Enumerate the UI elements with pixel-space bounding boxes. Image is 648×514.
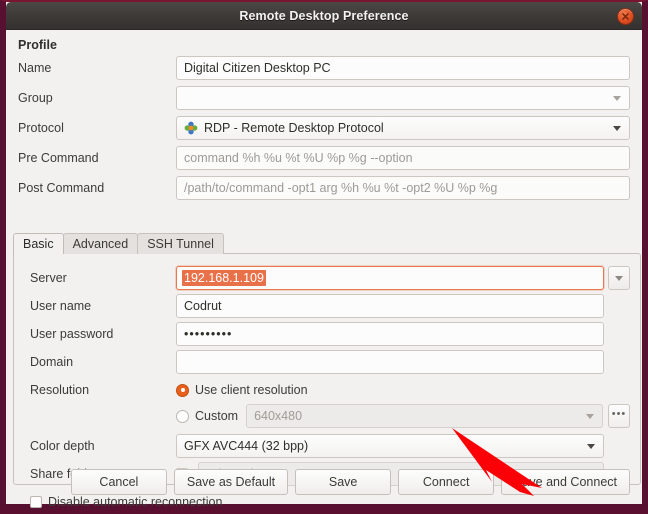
post-command-input[interactable]: /path/to/command -opt1 arg %h %u %t -opt… bbox=[176, 176, 630, 200]
field-row-password: User password ••••••••• bbox=[30, 322, 630, 346]
use-client-resolution-label: Use client resolution bbox=[195, 383, 308, 397]
tab-advanced-label: Advanced bbox=[72, 237, 129, 251]
tab-panel-basic: Server 192.168.1.109 User name Codrut Us… bbox=[13, 253, 641, 509]
field-row-protocol: Protocol RDP - Remote Desktop Protocol bbox=[18, 116, 630, 140]
field-row-post-command: Post Command /path/to/command -opt1 arg … bbox=[18, 176, 630, 200]
server-label: Server bbox=[30, 271, 67, 285]
group-label: Group bbox=[18, 91, 53, 105]
server-input[interactable]: 192.168.1.109 bbox=[176, 266, 604, 290]
connect-button[interactable]: Connect bbox=[398, 469, 495, 495]
dialog-content: Profile Name Digital Citizen Desktop PC … bbox=[6, 30, 642, 509]
post-command-label: Post Command bbox=[18, 181, 105, 195]
field-row-username: User name Codrut bbox=[30, 294, 630, 318]
close-icon[interactable] bbox=[617, 8, 634, 25]
field-row-name: Name Digital Citizen Desktop PC bbox=[18, 56, 630, 80]
resolution-browse-button[interactable]: ••• bbox=[608, 404, 630, 428]
custom-resolution-label: Custom bbox=[195, 409, 239, 423]
cancel-button[interactable]: Cancel bbox=[70, 469, 167, 495]
tab-basic-label: Basic bbox=[23, 237, 54, 251]
field-row-pre-command: Pre Command command %h %u %t %U %p %g --… bbox=[18, 146, 630, 170]
group-combo[interactable] bbox=[176, 86, 630, 110]
color-depth-label: Color depth bbox=[30, 439, 95, 453]
field-row-domain: Domain bbox=[30, 350, 630, 374]
name-input[interactable]: Digital Citizen Desktop PC bbox=[176, 56, 630, 80]
color-depth-combo[interactable]: GFX AVC444 (32 bpp) bbox=[176, 434, 604, 458]
profile-section-title: Profile bbox=[18, 38, 57, 52]
domain-label: Domain bbox=[30, 355, 74, 369]
radio-custom-resolution[interactable] bbox=[176, 409, 189, 423]
tab-advanced[interactable]: Advanced bbox=[62, 233, 139, 254]
save-button[interactable]: Save bbox=[295, 469, 392, 495]
resolution-label: Resolution bbox=[30, 383, 90, 397]
save-as-default-button[interactable]: Save as Default bbox=[173, 469, 289, 495]
tab-ssh-tunnel-label: SSH Tunnel bbox=[147, 237, 214, 251]
name-label: Name bbox=[18, 61, 52, 75]
field-row-resolution-custom: Custom 640x480 ••• bbox=[30, 404, 630, 428]
disable-reconnect-label: Disable automatic reconnection bbox=[48, 495, 223, 509]
save-and-connect-button[interactable]: Save and Connect bbox=[501, 469, 630, 495]
chevron-down-icon bbox=[615, 276, 623, 281]
field-row-group: Group bbox=[18, 86, 630, 110]
settings-notebook: Basic Advanced SSH Tunnel Server 192.168… bbox=[13, 233, 641, 509]
server-dropdown-button[interactable] bbox=[608, 266, 630, 290]
pre-command-input[interactable]: command %h %u %t %U %p %g --option bbox=[176, 146, 630, 170]
tab-basic[interactable]: Basic bbox=[13, 233, 64, 254]
field-row-color-depth: Color depth GFX AVC444 (32 bpp) bbox=[30, 434, 630, 458]
server-input-value: 192.168.1.109 bbox=[182, 270, 266, 286]
chevron-down-icon bbox=[586, 414, 594, 419]
field-row-resolution: Resolution Use client resolution bbox=[30, 378, 630, 402]
tab-strip: Basic Advanced SSH Tunnel bbox=[13, 233, 224, 254]
disable-reconnect-checkbox[interactable] bbox=[30, 496, 42, 508]
custom-resolution-value: 640x480 bbox=[254, 409, 303, 423]
chevron-down-icon bbox=[587, 444, 595, 449]
window-titlebar[interactable]: Remote Desktop Preference bbox=[6, 2, 642, 30]
username-label: User name bbox=[30, 299, 92, 313]
color-depth-value: GFX AVC444 (32 bpp) bbox=[184, 439, 309, 453]
pre-command-label: Pre Command bbox=[18, 151, 99, 165]
remote-desktop-preference-window: Remote Desktop Preference Profile Name D… bbox=[0, 0, 648, 510]
password-label: User password bbox=[30, 327, 114, 341]
custom-resolution-combo[interactable]: 640x480 bbox=[246, 404, 603, 428]
username-input[interactable]: Codrut bbox=[176, 294, 604, 318]
protocol-combo-value: RDP - Remote Desktop Protocol bbox=[204, 121, 384, 135]
protocol-combo[interactable]: RDP - Remote Desktop Protocol bbox=[176, 116, 630, 140]
dialog-button-bar: Cancel Save as Default Save Connect Save… bbox=[6, 469, 632, 495]
tab-ssh-tunnel[interactable]: SSH Tunnel bbox=[137, 233, 224, 254]
chevron-down-icon bbox=[613, 126, 621, 131]
window-title: Remote Desktop Preference bbox=[239, 8, 409, 23]
password-input[interactable]: ••••••••• bbox=[176, 322, 604, 346]
rdp-protocol-icon bbox=[184, 121, 198, 135]
protocol-label: Protocol bbox=[18, 121, 64, 135]
radio-use-client-resolution[interactable] bbox=[176, 383, 189, 397]
domain-input[interactable] bbox=[176, 350, 604, 374]
chevron-down-icon bbox=[613, 96, 621, 101]
field-row-server: Server 192.168.1.109 bbox=[30, 266, 630, 290]
